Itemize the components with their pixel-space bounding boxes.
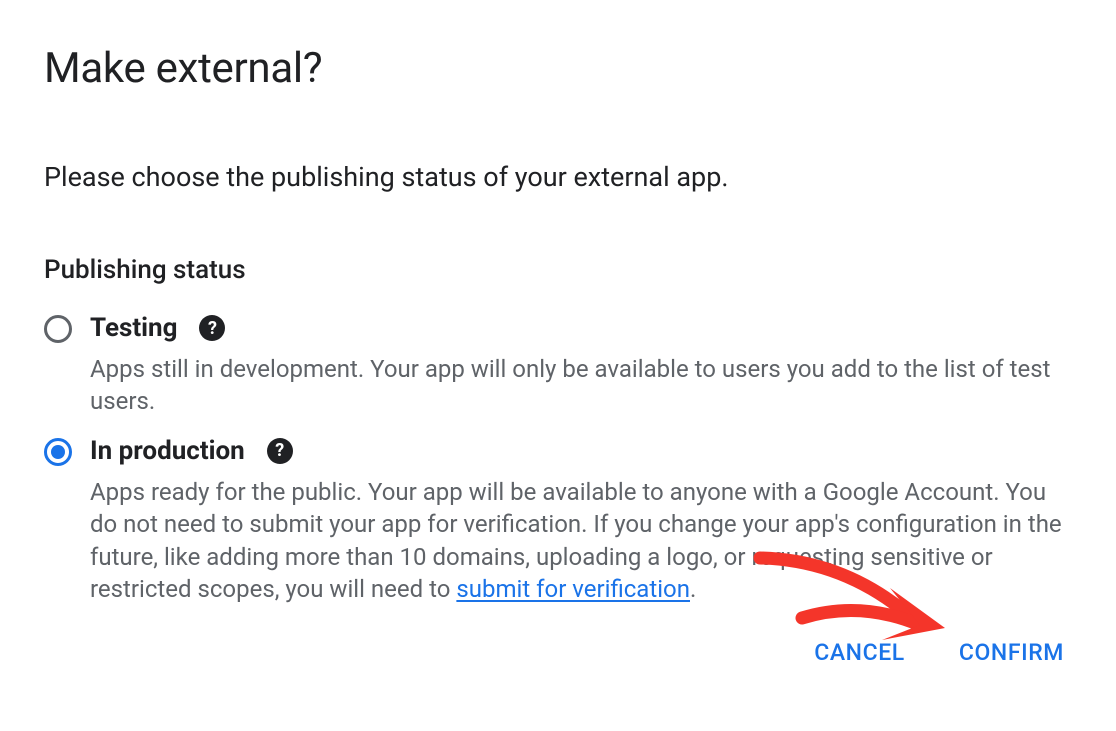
option-label-production: In production	[90, 436, 245, 466]
option-desc-testing: Apps still in development. Your app will…	[90, 353, 1072, 418]
dialog-actions: CANCEL CONFIRM	[44, 639, 1072, 666]
cancel-button[interactable]: CANCEL	[814, 639, 905, 666]
help-icon[interactable]: ?	[199, 315, 225, 341]
option-content-production: In production ? Apps ready for the publi…	[90, 436, 1072, 606]
submit-for-verification-link[interactable]: submit for verification	[456, 575, 690, 603]
radio-testing[interactable]	[44, 315, 72, 343]
desc-post: .	[690, 575, 696, 603]
help-icon[interactable]: ?	[267, 438, 293, 464]
radio-option-testing[interactable]: Testing ? Apps still in development. You…	[44, 313, 1072, 418]
dialog-title: Make external?	[44, 44, 1072, 93]
radio-option-production[interactable]: In production ? Apps ready for the publi…	[44, 436, 1072, 606]
publishing-status-radio-group: Testing ? Apps still in development. You…	[44, 313, 1072, 605]
option-label-testing: Testing	[90, 313, 177, 343]
make-external-dialog: Make external? Please choose the publish…	[44, 44, 1072, 666]
option-content-testing: Testing ? Apps still in development. You…	[90, 313, 1072, 418]
option-desc-production: Apps ready for the public. Your app will…	[90, 476, 1072, 606]
confirm-button[interactable]: CONFIRM	[959, 639, 1064, 666]
dialog-prompt: Please choose the publishing status of y…	[44, 161, 1072, 193]
radio-production[interactable]	[44, 438, 72, 466]
publishing-status-heading: Publishing status	[44, 255, 1072, 285]
option-label-row: Testing ?	[90, 313, 1072, 343]
option-label-row: In production ?	[90, 436, 1072, 466]
